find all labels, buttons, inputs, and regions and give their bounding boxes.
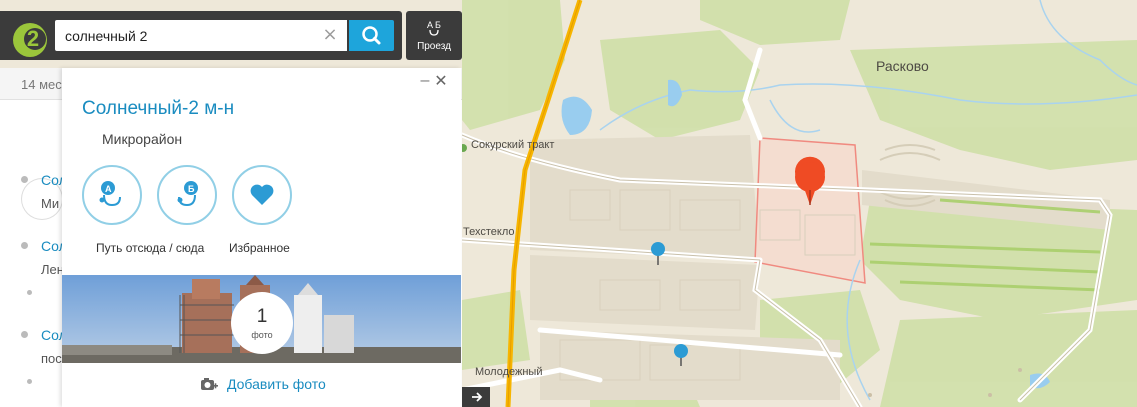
list-item[interactable]: Сол пос <box>0 327 67 401</box>
route-button[interactable]: А Б Проезд <box>406 11 462 60</box>
search-icon <box>362 26 381 45</box>
place-card: – ✕ Солнечный-2 м-н Микрорайон А Б Путь … <box>62 68 461 407</box>
svg-text:А: А <box>105 184 112 194</box>
pin-icon <box>21 331 28 338</box>
svg-text:А: А <box>427 20 433 30</box>
list-item-subtitle: пос <box>41 351 62 366</box>
favorite-button[interactable] <box>232 165 292 225</box>
map-label-tekhsteklo: Техстекло <box>463 226 515 238</box>
search-button[interactable] <box>349 20 394 51</box>
map-label-raskovo: Расково <box>876 58 929 74</box>
route-to-icon: Б <box>177 181 198 207</box>
map-label-molodezhny: Молодежный <box>475 366 543 378</box>
bullet-icon <box>27 379 32 384</box>
add-photo-label: Добавить фото <box>227 376 326 392</box>
arrow-right-icon <box>472 392 483 402</box>
2gis-logo[interactable]: 2 <box>13 23 47 57</box>
list-item-subtitle: Ми <box>41 196 60 211</box>
svg-text:Б: Б <box>435 20 441 30</box>
camera-plus-icon <box>201 378 218 390</box>
search-input[interactable] <box>65 20 320 51</box>
bullet-icon <box>27 290 32 295</box>
map-label-sokursky: Сокурский тракт <box>471 139 555 151</box>
list-item[interactable]: Сол Лен <box>0 238 67 312</box>
route-to-button[interactable]: Б <box>157 165 217 225</box>
photo-strip[interactable]: 1 фото <box>62 275 461 363</box>
pin-icon <box>21 242 28 249</box>
results-count: 14 мес <box>21 77 62 92</box>
route-button-label: Проезд <box>417 41 451 52</box>
heart-icon <box>250 184 274 205</box>
collapse-panel-button[interactable] <box>462 387 490 407</box>
pin-icon <box>21 176 28 183</box>
list-item[interactable]: Сол Ми <box>0 172 67 246</box>
logo-number: 2 <box>26 26 40 51</box>
route-from-to-icon: А <box>99 181 121 207</box>
svg-text:Б: Б <box>188 184 195 194</box>
place-type: Микрорайон <box>102 131 183 147</box>
route-action-label: Путь отсюда / сюда <box>96 241 205 255</box>
close-button[interactable]: ✕ <box>434 73 448 89</box>
photo-count-badge[interactable]: 1 фото <box>231 292 293 354</box>
route-ab-icon: А Б <box>427 20 441 36</box>
minimize-button[interactable]: – <box>419 73 431 89</box>
route-from-to-button[interactable]: А <box>82 165 142 225</box>
clear-search-icon[interactable]: × <box>322 26 338 44</box>
search-field[interactable] <box>55 20 347 51</box>
list-item-subtitle: Лен <box>41 262 64 277</box>
photo-count-label: фото <box>251 330 273 340</box>
favorite-action-label: Избранное <box>229 241 290 255</box>
photo-count: 1 <box>256 306 268 327</box>
place-title[interactable]: Солнечный-2 м-н <box>82 98 234 120</box>
